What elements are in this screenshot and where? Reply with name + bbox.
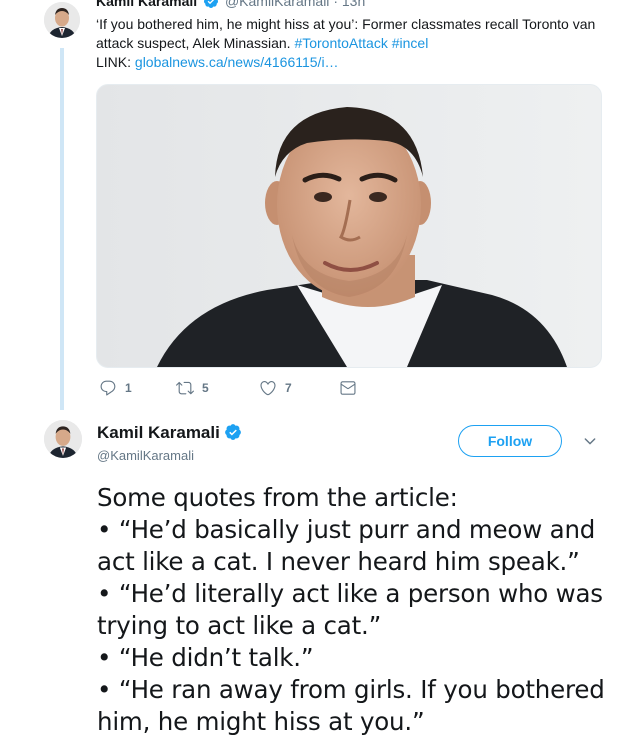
tweet1-header: Kamil Karamali @KamilKaramali · 13h [96, 0, 365, 9]
verified-badge-icon [224, 424, 241, 440]
thread-connector-line [60, 48, 64, 410]
reply-button[interactable]: 1 [99, 378, 132, 398]
tweet1-text: ‘If you bothered him, he might hiss at y… [96, 15, 626, 72]
reply-count: 1 [125, 381, 132, 395]
tweet1-timestamp[interactable]: 13h [342, 0, 365, 9]
chevron-down-icon [584, 438, 596, 445]
like-button[interactable]: 7 [259, 378, 292, 398]
tweet1-photo[interactable] [96, 84, 602, 368]
tweet2-author-name[interactable]: Kamil Karamali [97, 423, 220, 442]
tweet2-body: Some quotes from the article: • “He’d ba… [97, 482, 627, 738]
retweet-count: 5 [202, 381, 209, 395]
like-count: 7 [285, 381, 292, 395]
retweet-button[interactable]: 5 [176, 378, 209, 398]
tweet2-line: • “He’d basically just purr and meow and… [97, 515, 596, 576]
tweet2-handle[interactable]: @KamilKaramali [97, 448, 194, 463]
tweet2-author: Kamil Karamali [97, 423, 244, 443]
tweet1-author-name[interactable]: Kamil Karamali [96, 0, 197, 9]
dm-icon [340, 381, 356, 395]
more-options-button[interactable] [582, 433, 598, 449]
tweet1-avatar[interactable] [44, 2, 80, 38]
direct-message-button[interactable] [339, 378, 357, 398]
separator-dot: · [333, 0, 338, 9]
link-label: LINK: [96, 54, 135, 70]
tweet2-avatar[interactable] [44, 420, 82, 458]
tweet2-line: • “He’d literally act like a person who … [97, 579, 603, 640]
article-link[interactable]: globalnews.ca/news/4166115/i… [135, 54, 339, 70]
hashtag-toronto-attack[interactable]: #TorontoAttack [294, 35, 387, 51]
retweet-icon [176, 381, 194, 395]
tweet2-line: Some quotes from the article: [97, 483, 458, 512]
hashtag-incel[interactable]: #incel [392, 35, 429, 51]
verified-badge-icon [204, 0, 219, 8]
tweet2-line: • “He didn’t talk.” [97, 643, 314, 672]
tweet2-line: • “He ran away from girls. If you bother… [97, 675, 605, 736]
reply-icon [100, 380, 116, 396]
tweet1-handle[interactable]: @KamilKaramali [225, 0, 329, 9]
like-icon [260, 381, 276, 396]
follow-button[interactable]: Follow [458, 425, 562, 457]
